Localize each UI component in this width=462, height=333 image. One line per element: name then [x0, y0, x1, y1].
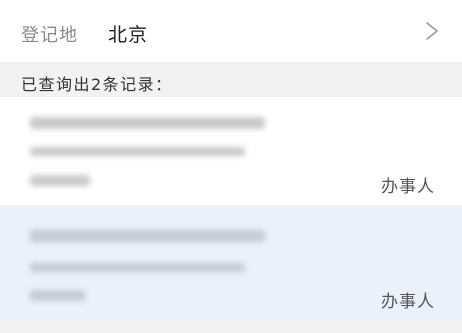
blurred-location [30, 290, 85, 301]
blurred-location [30, 175, 90, 186]
registration-location-row[interactable]: 登记地 北京 [0, 0, 462, 62]
registration-location-label: 登记地 [21, 25, 78, 46]
page-bottom-band [0, 320, 462, 333]
app-screen: 登记地 北京 已查询出2条记录： 办事人 办事人 [0, 0, 462, 333]
blurred-credit-code [30, 263, 245, 272]
record-card-selected[interactable]: 办事人 [0, 208, 462, 320]
handler-label: 办事人 [381, 292, 435, 312]
record-card[interactable]: 办事人 [0, 97, 462, 205]
section-divider [0, 62, 462, 66]
chevron-right-icon[interactable] [424, 20, 440, 42]
blurred-company-name [30, 230, 265, 242]
handler-label: 办事人 [381, 177, 435, 197]
registration-location-value: 北京 [108, 24, 149, 46]
blurred-credit-code [30, 147, 245, 156]
result-count-text: 已查询出2条记录： [21, 75, 173, 94]
blurred-company-name [30, 117, 265, 129]
